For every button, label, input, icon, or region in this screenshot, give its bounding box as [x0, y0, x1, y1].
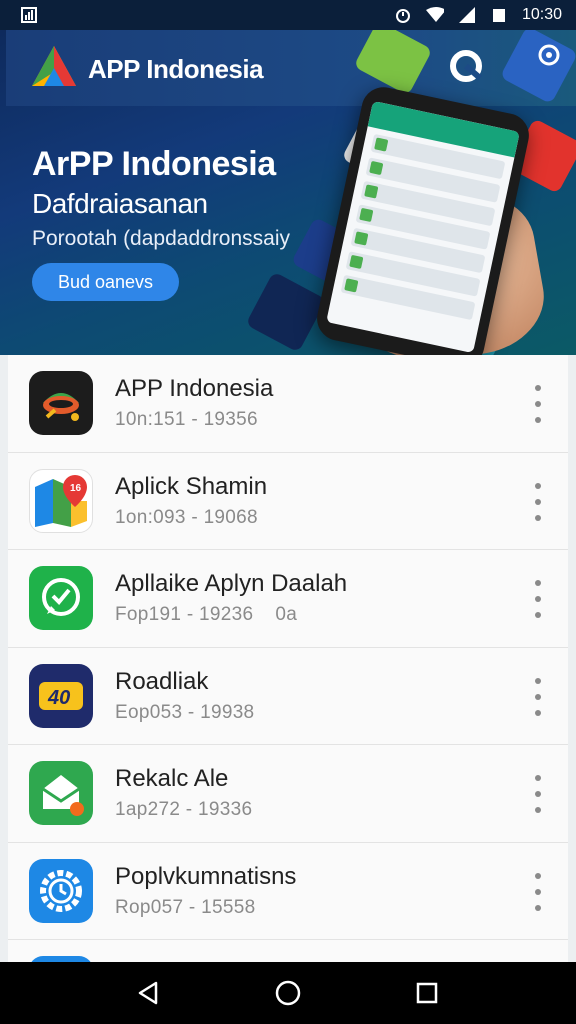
- chat-bubble-icon: [29, 566, 93, 630]
- brand-logo-icon: [30, 44, 78, 95]
- app-notification-icon: [20, 6, 38, 24]
- app-name: Apllaike Aplyn Daalah: [115, 570, 348, 597]
- hero-title: ArPP Indonesia: [32, 145, 276, 183]
- recents-icon[interactable]: [407, 973, 447, 1013]
- app-name: Aplick Shamin: [115, 472, 268, 500]
- hero-cta-button[interactable]: Bud oanevs: [32, 263, 179, 301]
- badge-40-icon: 40: [29, 663, 93, 728]
- alarm-icon: [394, 6, 412, 24]
- more-options-icon[interactable]: [530, 580, 546, 618]
- app-name: APP Indonesia: [115, 375, 274, 402]
- more-options-icon[interactable]: [530, 482, 546, 521]
- maps-pin-icon: 16: [29, 468, 93, 533]
- app-meta: Eop053 - 19938: [115, 701, 255, 723]
- list-item[interactable]: 40 Roadliak Eop053 - 19938: [8, 648, 568, 745]
- hero-logo-icon: [448, 48, 484, 89]
- app-meta: Fop191 - 19236 0a: [115, 604, 298, 625]
- battery-icon: [490, 6, 508, 24]
- app-name: Roadliak: [115, 667, 209, 695]
- hero-subtitle: Dafdraiasanan: [32, 188, 208, 219]
- app-meta: 10n:151 - 19356: [115, 409, 258, 430]
- brand-header: APP Indonesia: [30, 44, 264, 95]
- app-name: Poplvkumnatisns: [115, 862, 297, 890]
- cell-signal-icon: [458, 6, 476, 24]
- hero-tagline: Porootah (dapdaddronssaiy: [32, 227, 291, 250]
- brand-name: APP Indonesia: [88, 54, 264, 84]
- list-item[interactable]: APP Indonesia 10n:151 - 19356: [8, 355, 568, 453]
- app-meta: 1ap272 - 19336: [115, 799, 253, 820]
- home-icon[interactable]: [268, 973, 308, 1013]
- status-bar: 10:30: [0, 0, 576, 30]
- svg-text:16: 16: [70, 483, 82, 494]
- back-icon[interactable]: [129, 973, 169, 1013]
- list-item[interactable]: [8, 940, 568, 962]
- list-item[interactable]: Rekalc Ale 1ap272 - 19336: [8, 745, 568, 843]
- app-meta: Rop057 - 15558: [115, 896, 256, 918]
- status-time: 10:30: [521, 6, 562, 23]
- wifi-icon: [425, 6, 444, 24]
- app-meta: 1on:093 - 19068: [115, 506, 258, 528]
- decor-tile-dark: [245, 271, 327, 353]
- navigation-bar: [0, 962, 576, 1024]
- app-list: APP Indonesia 10n:151 - 19356 16 Aplick …: [8, 355, 568, 962]
- gear-clock-icon: [29, 858, 93, 923]
- more-options-icon[interactable]: [530, 385, 546, 423]
- svg-text:40: 40: [47, 687, 70, 709]
- list-item[interactable]: Poplvkumnatisns Rop057 - 15558: [8, 843, 568, 940]
- more-options-icon[interactable]: [530, 775, 546, 813]
- list-item[interactable]: 16 Aplick Shamin 1on:093 - 19068: [8, 453, 568, 550]
- bug-settings-icon: [532, 38, 566, 77]
- more-options-icon[interactable]: [530, 677, 546, 716]
- envelope-star-icon: [29, 761, 93, 825]
- robot-dish-icon: [29, 371, 93, 435]
- more-options-icon[interactable]: [530, 872, 546, 911]
- app-name: Rekalc Ale: [115, 765, 229, 792]
- list-item[interactable]: Apllaike Aplyn Daalah Fop191 - 19236 0a: [8, 550, 568, 648]
- hero-banner[interactable]: APP Indonesia ArPP Indonesia Dafdraiasan…: [0, 30, 576, 355]
